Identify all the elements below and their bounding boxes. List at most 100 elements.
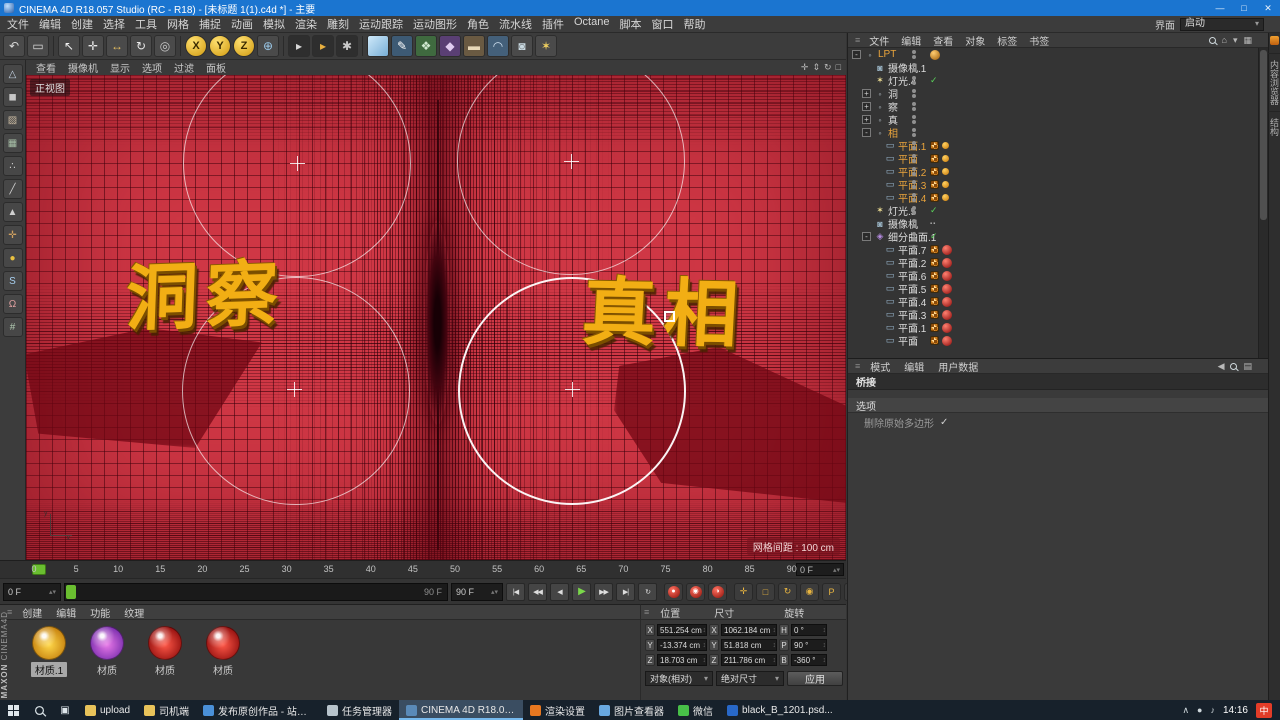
render-settings-button[interactable]: ✱ [336,35,358,57]
taskbar-item[interactable]: black_B_1201.psd... [720,700,840,720]
object-name[interactable]: LPT [878,49,896,60]
material-tag-icon[interactable] [930,193,939,202]
viewport-canvas[interactable]: 洞察 真相 正视图 网格间距 : 100 cm y x [26,75,846,560]
material-tag-icon[interactable] [930,297,939,306]
pan-view-icon[interactable]: ✛ [801,62,809,73]
taskbar-item[interactable]: 司机端 [137,700,196,720]
taskbar-item[interactable]: CINEMA 4D R18.05... [399,700,524,720]
close-button[interactable]: ✕ [1256,0,1280,16]
task-view-button[interactable]: ▣ [52,700,78,720]
panel-grip-icon[interactable]: ≡ [852,35,863,45]
key-pla-button[interactable]: P [822,582,841,601]
attribute-tab-用户数据[interactable]: 用户数据 [931,359,985,374]
undo-button[interactable]: ↶ [3,35,25,57]
expander-icon[interactable]: - [862,232,871,241]
point-mode-button[interactable]: ∴ [2,156,23,176]
viewport-menu-过滤[interactable]: 过滤 [168,60,200,75]
material-tag-icon[interactable] [930,167,939,176]
menu-item-窗口[interactable]: 窗口 [646,16,678,32]
maximize-button[interactable]: □ [1232,0,1256,16]
material-tag-icon[interactable] [930,141,939,150]
pen-tool-button[interactable]: ✎ [391,35,413,57]
end-frame-field[interactable]: 90 F ▴▾ [451,582,503,601]
scale-button[interactable]: ↔ [106,35,128,57]
menu-item-运动跟踪[interactable]: 运动跟踪 [354,16,408,32]
enabled-check-icon[interactable]: ✓ [930,232,938,241]
visibility-dots[interactable] [912,180,916,189]
material-item[interactable]: 材质.1 [26,626,72,677]
material-tag-icon[interactable] [930,271,939,280]
tree-row[interactable]: + ◦ 察 [848,100,1258,114]
menu-item-渲染[interactable]: 渲染 [290,16,322,32]
menu-item-运动图形[interactable]: 运动图形 [408,16,462,32]
object-name[interactable]: 相 [888,125,898,140]
visibility-dots[interactable] [912,128,916,137]
axis-mode-button[interactable]: ✛ [2,225,23,245]
search-icon[interactable] [1208,36,1216,44]
visibility-dots[interactable] [912,271,916,280]
orange-material-icon[interactable] [942,155,949,162]
visibility-dots[interactable] [912,297,916,306]
red-material-icon[interactable] [942,296,952,307]
om-menu-书签[interactable]: 书签 [1023,33,1055,48]
size-mode-select[interactable]: 绝对尺寸 [716,671,784,686]
menu-item-选择[interactable]: 选择 [98,16,130,32]
object-tree-scrollbar[interactable] [1258,48,1268,358]
orange-material-icon[interactable] [930,49,940,60]
x-axis-button[interactable]: X [185,35,207,57]
sky-button[interactable]: ◠ [487,35,509,57]
search-button[interactable] [26,700,52,720]
rotation-value[interactable]: 90 ° [791,639,827,651]
tree-row[interactable]: + ◦ 真 [848,113,1258,127]
rotate-button[interactable]: ↻ [130,35,152,57]
material-tag-icon[interactable] [930,284,939,293]
size-value[interactable]: 211.786 cm [721,654,777,666]
menu-item-雕刻[interactable]: 雕刻 [322,16,354,32]
tray-icon[interactable]: ∧ [1182,705,1189,716]
size-value[interactable]: 1062.184 cm [721,624,777,636]
record-options-button[interactable]: ◑ [708,582,727,601]
position-value[interactable]: 18.703 cm [657,654,707,666]
start-button[interactable] [0,700,26,720]
object-axis-handle[interactable] [664,311,675,322]
red-material-icon[interactable] [942,283,952,294]
position-value[interactable]: 551.254 cm [657,624,707,636]
panel-grip-icon[interactable]: ≡ [852,361,863,371]
om-menu-查看[interactable]: 查看 [927,33,959,48]
camera-button[interactable]: ◙ [511,35,533,57]
expander-icon[interactable]: - [862,128,871,137]
viewport-menu-显示[interactable]: 显示 [104,60,136,75]
material-item[interactable]: 材质 [200,626,246,677]
viewport-menu-面板[interactable]: 面板 [200,60,232,75]
texture-mode-button[interactable]: ▨ [2,110,23,130]
options-section-header[interactable]: 选项 [848,398,1268,413]
timeline-slider[interactable]: 90 F [64,582,448,601]
floor-button[interactable]: ▬ [463,35,485,57]
magnet-button[interactable]: Ω [2,294,23,314]
rotation-value[interactable]: 0 ° [791,624,827,636]
menu-item-编辑[interactable]: 编辑 [34,16,66,32]
visibility-dots[interactable] [912,323,916,332]
prev-key-button[interactable]: ◀◀ [528,582,547,601]
zoom-view-icon[interactable]: ⇕ [812,62,820,73]
material-sphere[interactable] [90,626,124,660]
viewport-text-left[interactable]: 洞察 [125,251,288,341]
polygon-mode-button[interactable]: ▲ [2,202,23,222]
taskbar-item[interactable]: 任务管理器 [320,700,399,720]
visibility-dots[interactable] [912,141,916,150]
menu-item-工具[interactable]: 工具 [130,16,162,32]
visibility-dots[interactable] [912,284,916,293]
tray-icon[interactable]: ● [1197,705,1202,716]
enabled-check-icon[interactable]: ✓ [930,76,938,85]
red-material-icon[interactable] [942,257,952,268]
material-menu-纹理[interactable]: 纹理 [117,605,151,620]
expander-icon[interactable]: - [852,50,861,59]
loop-button[interactable]: ↻ [638,582,657,601]
attribute-tab-编辑[interactable]: 编辑 [897,359,931,374]
visibility-dots[interactable] [912,193,916,202]
material-menu-功能[interactable]: 功能 [83,605,117,620]
next-key-button[interactable]: ▶▶ [594,582,613,601]
tree-row[interactable]: ▭ 平面 [848,334,1258,348]
option-row[interactable]: 删除原始多边形 ✓ [848,413,1268,431]
tree-row[interactable]: + ◦ 洞 [848,87,1258,101]
